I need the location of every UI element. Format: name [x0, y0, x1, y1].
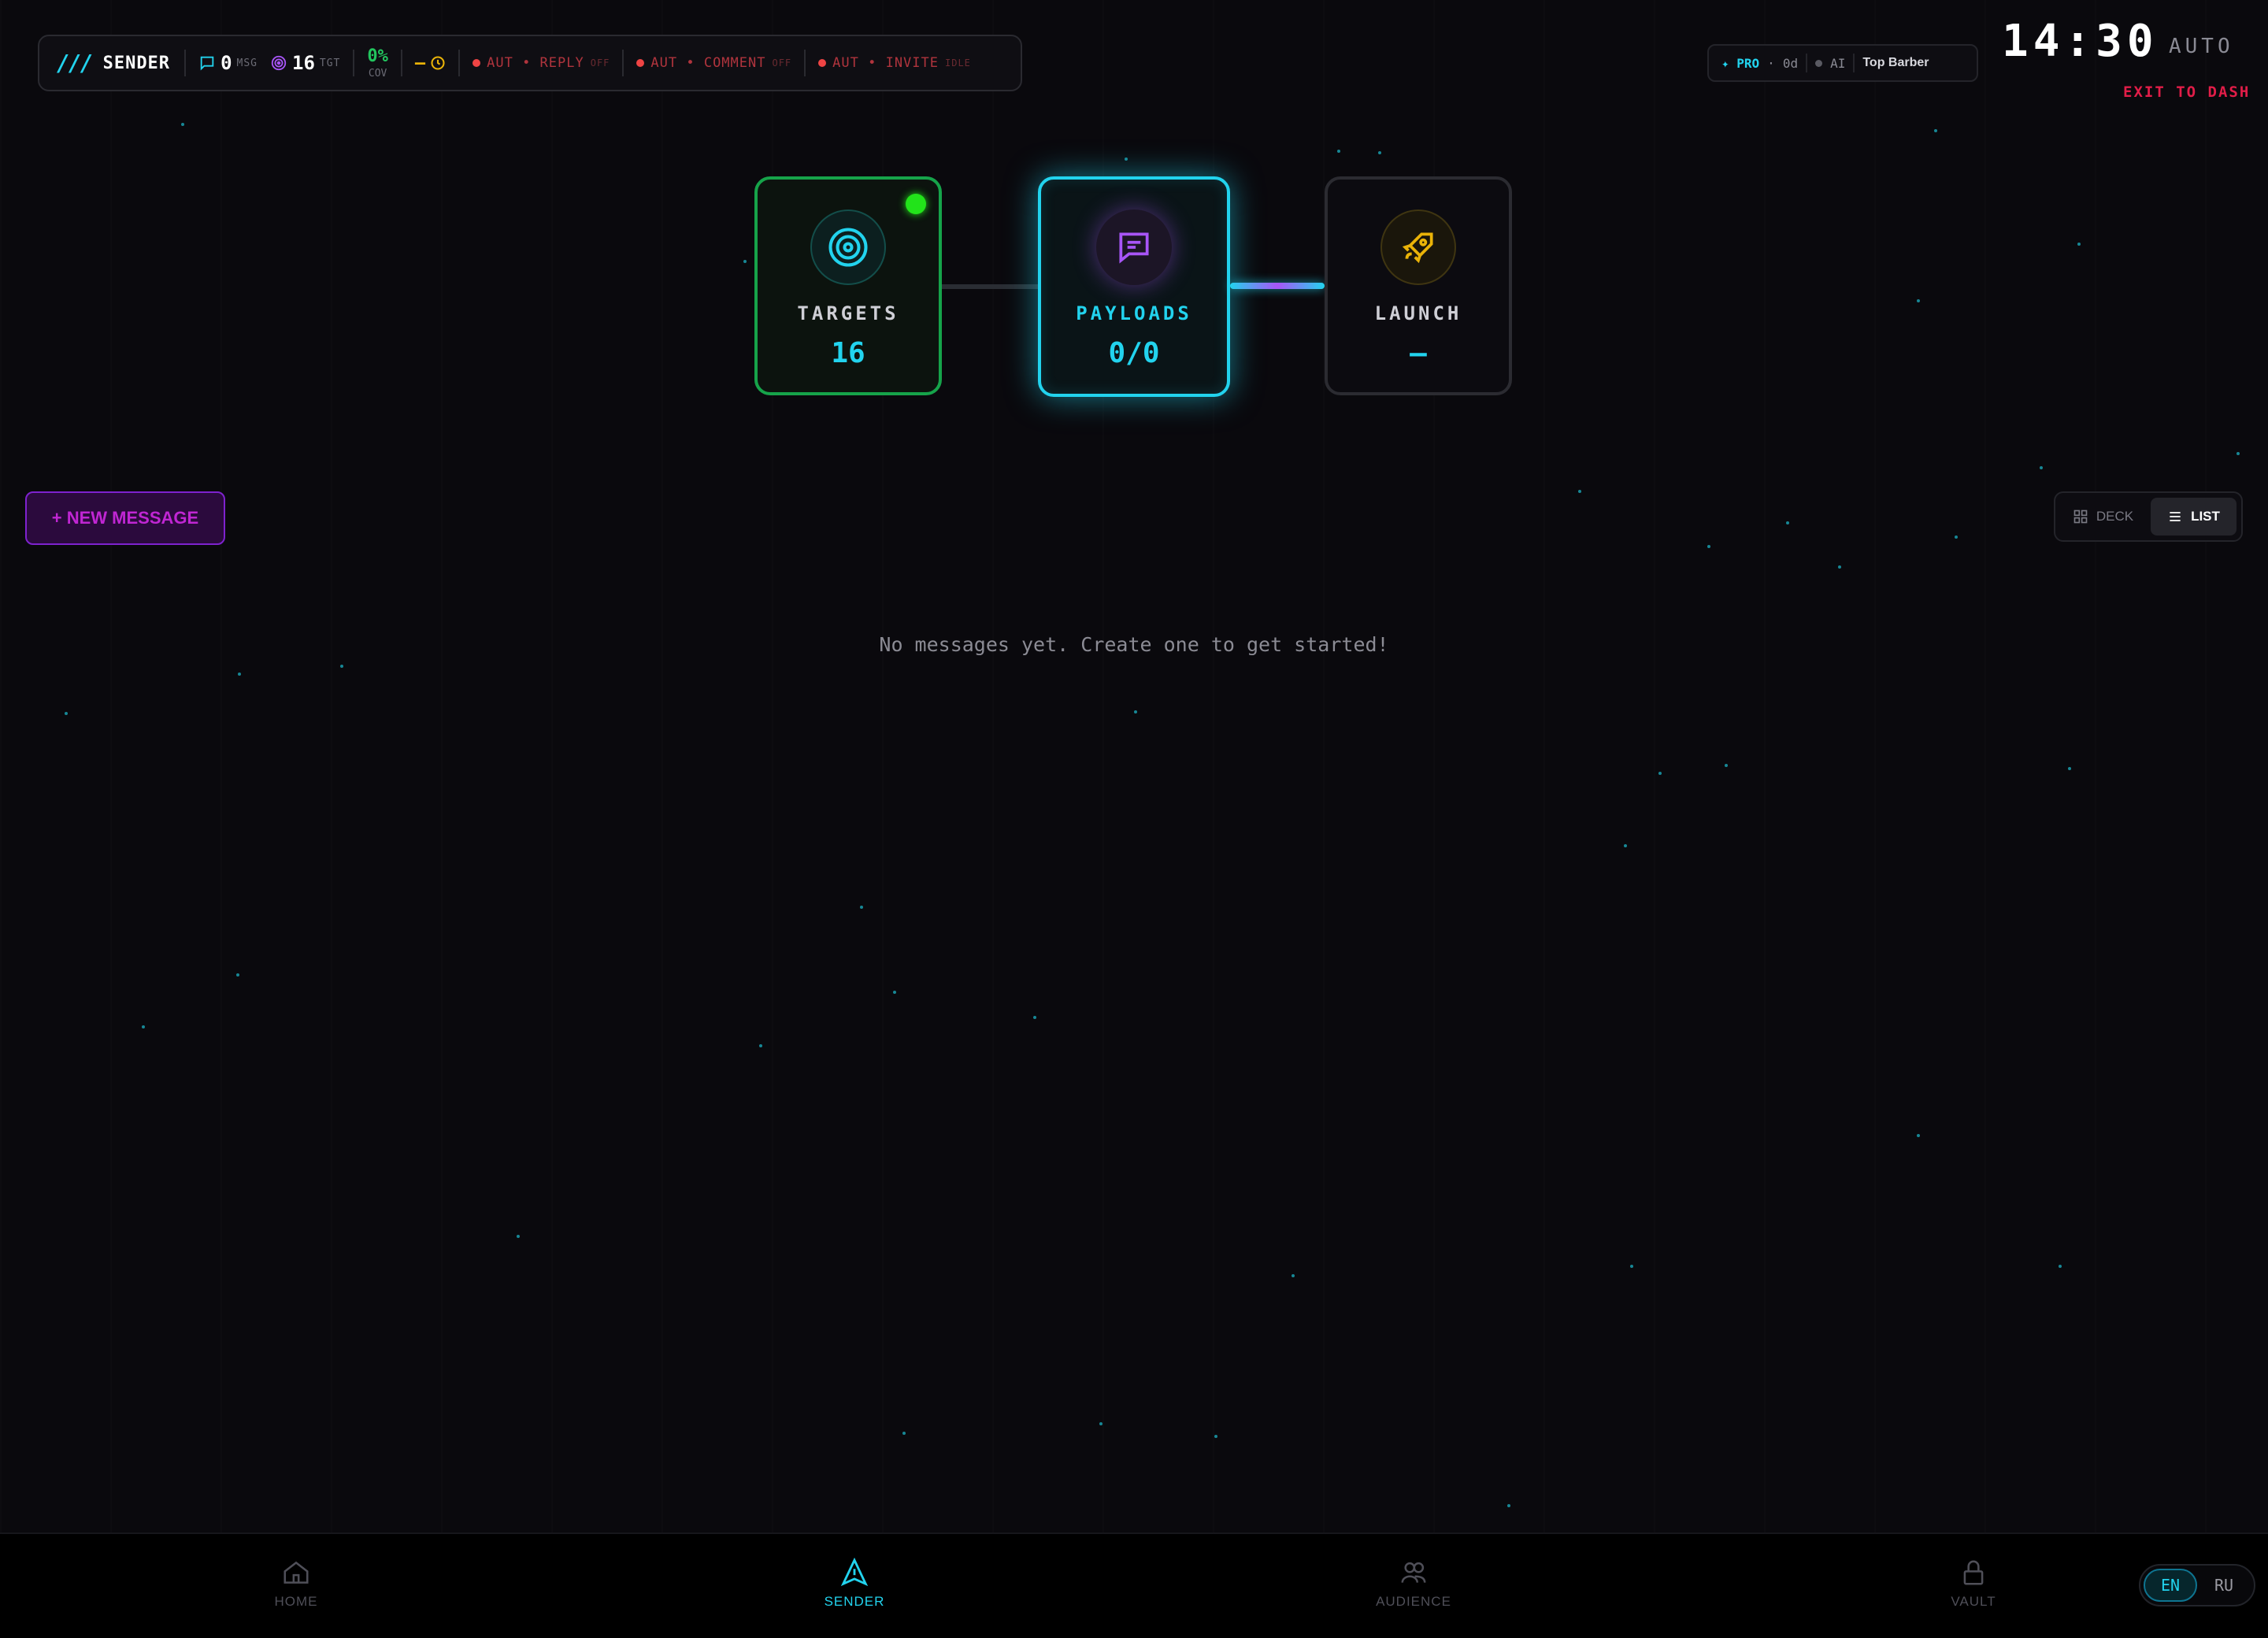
timer-stat: — — [415, 54, 446, 73]
nav-item-vault[interactable]: VAULT — [1910, 1558, 2036, 1610]
live-status-dot — [906, 194, 926, 214]
automation-state: IDLE — [945, 57, 971, 69]
target-icon — [271, 55, 287, 71]
automation-state: OFF — [772, 57, 792, 69]
card-label: PAYLOADS — [1076, 302, 1192, 324]
language-en-button[interactable]: EN — [2144, 1569, 2197, 1602]
automation-label: AUT • REPLY — [487, 55, 584, 71]
grid-icon — [2073, 510, 2088, 524]
view-list-button[interactable]: LIST — [2151, 498, 2236, 536]
nav-label: HOME — [274, 1594, 318, 1609]
clock-icon — [431, 56, 445, 70]
coverage-value: 0% — [367, 46, 388, 66]
card-value: — — [1410, 337, 1427, 369]
lock-icon — [1963, 1560, 1984, 1585]
coverage-unit: COV — [368, 67, 387, 80]
divider — [1806, 54, 1808, 72]
automation-invite[interactable]: AUT • INVITE IDLE — [818, 55, 971, 71]
nav-label: SENDER — [824, 1594, 885, 1609]
divider — [458, 50, 461, 76]
new-message-button[interactable]: + NEW MESSAGE — [25, 491, 225, 545]
ai-status-dot — [1815, 59, 1823, 67]
exit-to-dash-link[interactable]: EXIT TO DASH — [2123, 83, 2250, 101]
nav-item-sender[interactable]: SENDER — [791, 1558, 917, 1610]
account-pill[interactable]: ✦ PRO · 0d AI Top Barber — [1707, 44, 1978, 82]
brand: /// SENDER — [57, 50, 187, 76]
brand-logo-icon: /// — [57, 50, 94, 76]
divider — [622, 50, 624, 76]
coverage-stat: 0% COV — [367, 46, 388, 80]
empty-state-message: No messages yet. Create one to get start… — [879, 633, 1389, 656]
card-value: 0/0 — [1108, 337, 1160, 369]
messages-stat: 0 MSG — [198, 52, 258, 74]
automation-comment[interactable]: AUT • COMMENT OFF — [636, 55, 791, 71]
pipeline-payloads-card[interactable]: PAYLOADS 0/0 — [1038, 176, 1230, 397]
message-icon — [1096, 209, 1172, 285]
nav-label: VAULT — [1951, 1594, 1996, 1609]
dot-separator: · — [1767, 55, 1775, 71]
pipeline-launch-card[interactable]: LAUNCH — — [1325, 176, 1512, 395]
pipeline-connector-active — [1230, 283, 1325, 289]
automation-state: OFF — [590, 57, 610, 69]
brand-title: SENDER — [102, 53, 171, 73]
timer-value: — — [414, 53, 426, 73]
automation-label: AUT • COMMENT — [650, 55, 766, 71]
rocket-icon — [1380, 209, 1456, 285]
card-label: TARGETS — [797, 302, 899, 324]
card-label: LAUNCH — [1374, 302, 1462, 324]
view-deck-button[interactable]: DECK — [2060, 498, 2146, 536]
targets-count: 16 — [292, 52, 315, 74]
divider — [353, 50, 355, 76]
view-deck-label: DECK — [2096, 509, 2134, 524]
clock: 14:30 — [2002, 16, 2159, 67]
top-status-bar: /// SENDER 0 MSG 16 TGT 0% COV — AUT • R… — [38, 35, 1022, 91]
mode-indicator[interactable]: AUTO — [2169, 35, 2234, 58]
users-icon — [1401, 1562, 1426, 1583]
language-ru-button[interactable]: RU — [2197, 1576, 2251, 1595]
list-icon — [2170, 512, 2181, 521]
nav-item-home[interactable]: HOME — [233, 1558, 359, 1610]
ai-label: AI — [1830, 55, 1846, 71]
target-icon — [810, 209, 886, 285]
plan-days: 0d — [1782, 55, 1799, 71]
chat-icon — [200, 56, 214, 71]
account-name: Top Barber — [1862, 56, 1929, 69]
card-value: 16 — [831, 337, 865, 369]
view-toggle: DECK LIST — [2054, 491, 2243, 542]
nav-label: AUDIENCE — [1376, 1594, 1451, 1609]
view-list-label: LIST — [2191, 509, 2220, 524]
automation-label: AUT • INVITE — [832, 55, 939, 71]
divider — [1853, 54, 1855, 72]
nav-item-audience[interactable]: AUDIENCE — [1351, 1558, 1477, 1610]
messages-count: 0 — [220, 52, 232, 74]
pipeline-targets-card[interactable]: TARGETS 16 — [754, 176, 942, 395]
pipeline-connector — [942, 284, 1038, 289]
language-switcher: EN RU — [2139, 1564, 2255, 1606]
divider — [400, 50, 402, 76]
targets-stat: 16 TGT — [270, 52, 340, 74]
bottom-navigation: HOME SENDER AUDIENCE VAULT — [0, 1532, 2268, 1638]
send-icon — [840, 1558, 869, 1587]
divider — [804, 50, 806, 76]
status-dot — [472, 59, 481, 67]
messages-unit: MSG — [236, 57, 258, 69]
home-icon — [284, 1561, 309, 1584]
targets-unit: TGT — [319, 57, 341, 69]
app-root: /// SENDER 0 MSG 16 TGT 0% COV — AUT • R… — [0, 0, 2268, 1638]
status-dot — [636, 59, 645, 67]
plan-badge: ✦ PRO — [1721, 55, 1760, 71]
status-dot — [818, 59, 827, 67]
automation-reply[interactable]: AUT • REPLY OFF — [472, 55, 610, 71]
